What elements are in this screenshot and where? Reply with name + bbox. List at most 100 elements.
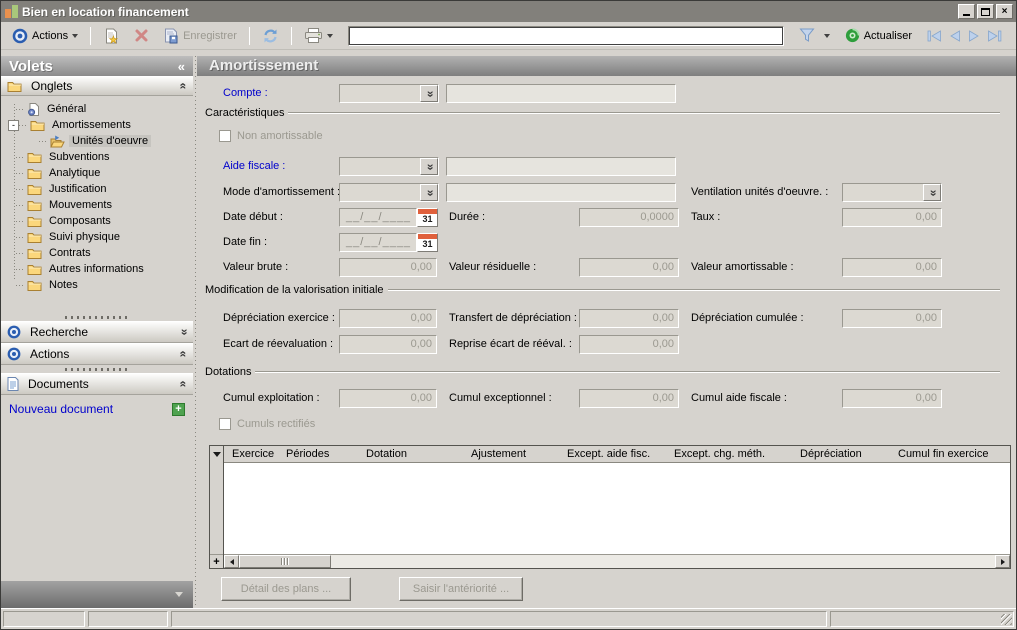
date-debut-field[interactable]: __/__/____ [339, 208, 417, 227]
date-fin-field[interactable]: __/__/____ [339, 233, 417, 252]
aide-fiscale-label[interactable]: Aide fiscale : [223, 157, 285, 176]
tree-item-analytique[interactable]: Analytique [3, 165, 191, 181]
filter-chevron-down-icon[interactable] [823, 33, 830, 38]
tree-item-amortissements[interactable]: - Amortissements [3, 117, 191, 133]
date-fin-calendar-button[interactable]: 31 [417, 233, 438, 252]
tree-collapse-expander[interactable]: - [8, 119, 19, 131]
scroll-left-button[interactable] [224, 555, 239, 568]
tree-item-subventions[interactable]: Subventions [3, 149, 191, 165]
triangle-right-icon [1000, 558, 1005, 565]
titlebar[interactable]: Bien en location financement × [1, 1, 1016, 22]
column-header-except-aide-fisc[interactable]: Except. aide fisc. [559, 446, 666, 462]
table-add-row-button[interactable]: + [210, 554, 223, 568]
column-header-depreciation[interactable]: Dépréciation [792, 446, 890, 462]
column-header-exercice[interactable]: Exercice [224, 446, 278, 462]
mode-amortissement-combo[interactable]: « [339, 183, 439, 202]
print-button[interactable] [299, 25, 338, 46]
valeur-residuelle-label: Valeur résiduelle : [449, 261, 537, 273]
expand-section-icon[interactable]: « [177, 329, 191, 336]
depreciation-cumulee-field: 0,00 [842, 309, 942, 328]
tree-item-composants[interactable]: Composants [3, 213, 191, 229]
aide-fiscale-description-field[interactable] [446, 157, 676, 176]
actions-menu-button[interactable]: Actions [7, 25, 83, 47]
tree-item-notes[interactable]: Notes [3, 277, 191, 293]
sidebar-splitter[interactable] [1, 313, 193, 321]
non-amortissable-checkbox[interactable] [219, 130, 231, 142]
detail-plans-button[interactable]: Détail des plans ... [221, 577, 351, 601]
section-header-documents[interactable]: Documents « [1, 373, 193, 395]
cumuls-rectifies-checkbox[interactable] [219, 418, 231, 430]
sidebar-header[interactable]: Volets « [1, 56, 193, 76]
table-corner-dropdown[interactable] [210, 446, 223, 462]
tree-item-unites-oeuvre[interactable]: Unités d'oeuvre [3, 133, 191, 149]
saisir-anteriorite-button[interactable]: Saisir l'antériorité ... [399, 577, 523, 601]
column-header-dotation[interactable]: Dotation [358, 446, 463, 462]
new-record-button[interactable] [98, 25, 125, 47]
add-document-button[interactable]: + [172, 402, 185, 416]
tree-item-suivi-physique[interactable]: Suivi physique [3, 229, 191, 245]
minimize-button[interactable] [958, 4, 975, 19]
sidebar-splitter[interactable] [1, 365, 193, 373]
taux-label: Taux : [691, 211, 721, 223]
folder-icon [27, 169, 42, 179]
ventilation-combo[interactable]: « [842, 183, 942, 202]
collapse-section-icon[interactable]: « [177, 83, 191, 90]
maximize-button[interactable] [977, 4, 994, 19]
table-body[interactable] [224, 463, 1010, 554]
tree-item-justification[interactable]: Justification [3, 181, 191, 197]
toolbar-separator [290, 26, 292, 45]
combo-drop-button[interactable]: « [420, 184, 438, 201]
scrollbar-track[interactable] [331, 555, 995, 568]
mode-amortissement-description-field[interactable] [446, 183, 676, 202]
amortissement-form: Compte : « Caractéristiques Non amortiss… [197, 76, 1016, 608]
non-amortissable-label: Non amortissable [237, 130, 323, 142]
filter-button[interactable] [794, 25, 820, 46]
next-record-icon[interactable] [968, 29, 980, 42]
column-header-periodes[interactable]: Périodes [278, 446, 358, 462]
save-button[interactable]: Enregistrer [158, 25, 242, 47]
date-fin-label: Date fin : [223, 236, 268, 248]
column-header-ajustement[interactable]: Ajustement [463, 446, 559, 462]
first-record-icon[interactable] [927, 29, 942, 42]
new-document-link[interactable]: Nouveau document [9, 402, 113, 416]
tree-item-autres-informations[interactable]: Autres informations [3, 261, 191, 277]
group-line [387, 289, 1000, 291]
resize-grip-icon[interactable] [1001, 614, 1012, 625]
tree-item-contrats[interactable]: Contrats [3, 245, 191, 261]
date-debut-calendar-button[interactable]: 31 [417, 208, 438, 227]
compte-label[interactable]: Compte : [223, 84, 268, 103]
section-header-onglets[interactable]: Onglets « [1, 76, 193, 96]
combo-drop-button[interactable]: « [923, 184, 941, 201]
compte-combo[interactable]: « [339, 84, 439, 103]
previous-record-icon[interactable] [949, 29, 961, 42]
combo-drop-button[interactable]: « [420, 158, 438, 175]
last-record-icon[interactable] [987, 29, 1002, 42]
status-cell [88, 611, 168, 627]
search-input[interactable] [347, 25, 784, 46]
refresh-button[interactable]: Actualiser [840, 25, 917, 46]
tree-item-label: Général [47, 103, 87, 115]
column-header-cumul-fin-exercice[interactable]: Cumul fin exercice [890, 446, 1010, 462]
section-header-recherche[interactable]: Recherche « [1, 321, 193, 343]
sidebar-footer-bar[interactable] [1, 581, 193, 608]
compte-description-field[interactable] [446, 84, 676, 103]
section-header-actions[interactable]: Actions « [1, 343, 193, 365]
tree-item-mouvements[interactable]: Mouvements [3, 197, 191, 213]
valeur-amortissable-label: Valeur amortissable : [691, 261, 794, 273]
delete-record-button[interactable] [129, 25, 154, 46]
collapse-section-icon[interactable]: « [177, 351, 191, 358]
collapse-section-icon[interactable]: « [177, 381, 191, 388]
tree-stub [16, 220, 25, 222]
sync-button[interactable] [257, 25, 284, 47]
combo-drop-button[interactable]: « [420, 85, 438, 102]
scroll-right-button[interactable] [995, 555, 1010, 568]
scrollbar-thumb[interactable] [239, 555, 331, 568]
main-panel: Amortissement Compte : « Caractéristique… [197, 56, 1016, 608]
aide-fiscale-combo[interactable]: « [339, 157, 439, 176]
tree-item-general[interactable]: Général [3, 101, 191, 117]
table-header-row: Exercice Périodes Dotation Ajustement Ex… [224, 446, 1010, 463]
document-icon [7, 377, 19, 391]
collapse-panel-icon[interactable]: « [178, 59, 185, 74]
column-header-except-chg-meth[interactable]: Except. chg. méth. [666, 446, 792, 462]
close-button[interactable]: × [996, 4, 1013, 19]
